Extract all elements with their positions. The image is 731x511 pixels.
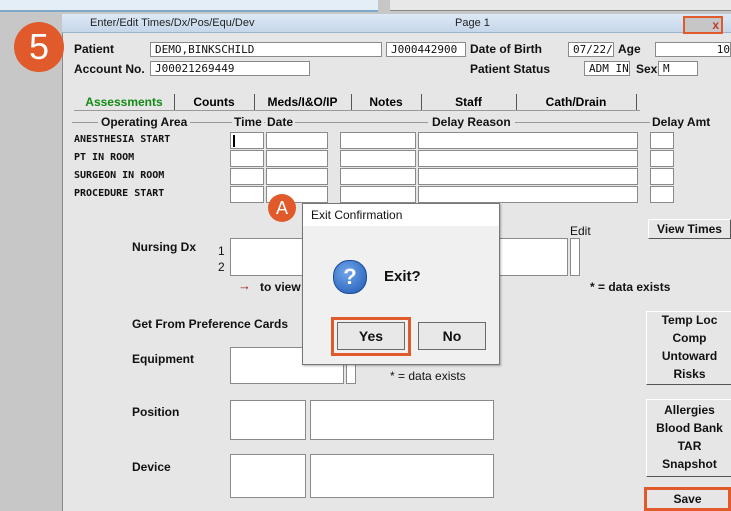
surgeon-in-room-delay-reason-input[interactable] xyxy=(418,168,638,185)
pt-in-room-time-input[interactable] xyxy=(230,150,264,167)
arrow-right-icon: → xyxy=(238,278,251,293)
save-button[interactable]: Save xyxy=(644,487,731,511)
temp-loc-button[interactable]: Temp Loc xyxy=(648,312,731,329)
nursing-data-exists-legend: * = data exists xyxy=(590,280,671,294)
position-description-input[interactable] xyxy=(310,400,494,440)
pref-cards-label[interactable]: Get From Preference Cards xyxy=(132,317,288,331)
dialog-title: Exit Confirmation xyxy=(303,204,499,226)
row-label-procedure-start: PROCEDURE START xyxy=(74,188,165,199)
anesthesia-start-time-input[interactable] xyxy=(230,132,264,149)
background-window-strip-left xyxy=(0,0,378,12)
tab-counts[interactable]: Counts xyxy=(174,94,255,110)
age-field: 10 xyxy=(655,42,731,57)
yes-button[interactable]: Yes xyxy=(337,322,405,350)
dialog-badge: A xyxy=(268,194,296,222)
device-code-input[interactable] xyxy=(230,454,306,498)
blood-bank-button[interactable]: Blood Bank xyxy=(648,420,731,437)
anesthesia-start-date-input[interactable] xyxy=(266,132,328,149)
view-times-button[interactable]: View Times xyxy=(648,219,731,239)
position-code-input[interactable] xyxy=(230,400,306,440)
step-badge: 5 xyxy=(14,22,64,72)
surgeon-in-room-date-input[interactable] xyxy=(266,168,328,185)
sex-field: M xyxy=(658,61,698,76)
procedure-start-delay-amt-input[interactable] xyxy=(650,186,674,203)
patient-status-field: ADM IN xyxy=(584,61,630,76)
row-label-anesthesia-start: ANESTHESIA START xyxy=(74,134,171,145)
col-time: Time xyxy=(232,115,264,129)
row-label-pt-in-room: PT IN ROOM xyxy=(74,152,135,163)
col-delay-reason: Delay Reason xyxy=(428,115,515,129)
dialog-message: Exit? xyxy=(384,268,421,285)
snapshot-button[interactable]: Snapshot xyxy=(648,456,731,473)
col-operating-area: Operating Area xyxy=(98,115,191,129)
device-label: Device xyxy=(132,460,171,474)
surgeon-in-room-delay-amt-input[interactable] xyxy=(650,168,674,185)
anesthesia-start-reason-code-input[interactable] xyxy=(340,132,416,149)
tab-staff[interactable]: Staff xyxy=(421,94,517,110)
nursing-dx-label: Nursing Dx xyxy=(132,240,197,254)
tab-bar: Assessments Counts Meds/I&O/IP Notes Sta… xyxy=(74,94,640,111)
close-button[interactable]: x xyxy=(683,16,723,34)
procedure-start-time-input[interactable] xyxy=(230,186,264,203)
anesthesia-start-delay-amt-input[interactable] xyxy=(650,132,674,149)
background-window-strip-right xyxy=(390,0,731,11)
patient-label: Patient xyxy=(74,42,115,56)
tab-meds-io-ip[interactable]: Meds/I&O/IP xyxy=(254,94,352,110)
dob-field: 07/22/10 xyxy=(568,42,614,57)
tab-notes[interactable]: Notes xyxy=(351,94,422,110)
position-label: Position xyxy=(132,405,180,419)
patient-name-field: DEMO,BINKSCHILD xyxy=(150,42,382,57)
close-icon: x xyxy=(712,18,719,32)
pt-in-room-delay-amt-input[interactable] xyxy=(650,150,674,167)
sex-label: Sex xyxy=(636,62,658,76)
window-page-indicator: Page 1 xyxy=(455,17,490,29)
pt-in-room-delay-reason-input[interactable] xyxy=(418,150,638,167)
nursing-dx-line-2: 2 xyxy=(218,260,225,274)
nursing-dx-edit-flag[interactable] xyxy=(570,238,580,276)
anesthesia-start-delay-reason-input[interactable] xyxy=(418,132,638,149)
risks-button[interactable]: Risks xyxy=(648,366,731,383)
to-view-text: to view xyxy=(260,280,301,294)
edit-label: Edit xyxy=(570,224,591,238)
patient-status-label: Patient Status xyxy=(470,62,551,76)
pt-in-room-date-input[interactable] xyxy=(266,150,328,167)
surgeon-in-room-time-input[interactable] xyxy=(230,168,264,185)
untoward-button[interactable]: Untoward xyxy=(648,348,731,365)
allergies-button[interactable]: Allergies xyxy=(648,402,731,419)
account-label: Account No. xyxy=(74,62,145,76)
surgeon-in-room-reason-code-input[interactable] xyxy=(340,168,416,185)
comp-button[interactable]: Comp xyxy=(648,330,731,347)
tar-button[interactable]: TAR xyxy=(648,438,731,455)
col-date: Date xyxy=(265,115,296,129)
equipment-label: Equipment xyxy=(132,352,194,366)
tab-assessments[interactable]: Assessments xyxy=(74,94,175,110)
dob-label: Date of Birth xyxy=(470,42,542,56)
window-title: Enter/Edit Times/Dx/Pos/Equ/Dev xyxy=(90,17,255,29)
device-description-input[interactable] xyxy=(310,454,494,498)
window-titlebar: Enter/Edit Times/Dx/Pos/Equ/Dev Page 1 xyxy=(62,14,731,33)
nursing-dx-line-1: 1 xyxy=(218,244,225,258)
equipment-data-exists-legend: * = data exists xyxy=(390,369,466,383)
age-label: Age xyxy=(618,42,641,56)
tab-cath-drain[interactable]: Cath/Drain xyxy=(516,94,637,110)
row-label-surgeon-in-room: SURGEON IN ROOM xyxy=(74,170,165,181)
procedure-start-reason-code-input[interactable] xyxy=(340,186,416,203)
text-cursor xyxy=(233,135,235,147)
question-icon: ? xyxy=(333,260,367,294)
col-delay-amt: Delay Amt xyxy=(650,115,713,129)
account-field: J00021269449 xyxy=(150,61,310,76)
no-button[interactable]: No xyxy=(418,322,486,350)
pt-in-room-reason-code-input[interactable] xyxy=(340,150,416,167)
patient-id-field: J000442900 xyxy=(386,42,466,57)
procedure-start-delay-reason-input[interactable] xyxy=(418,186,638,203)
